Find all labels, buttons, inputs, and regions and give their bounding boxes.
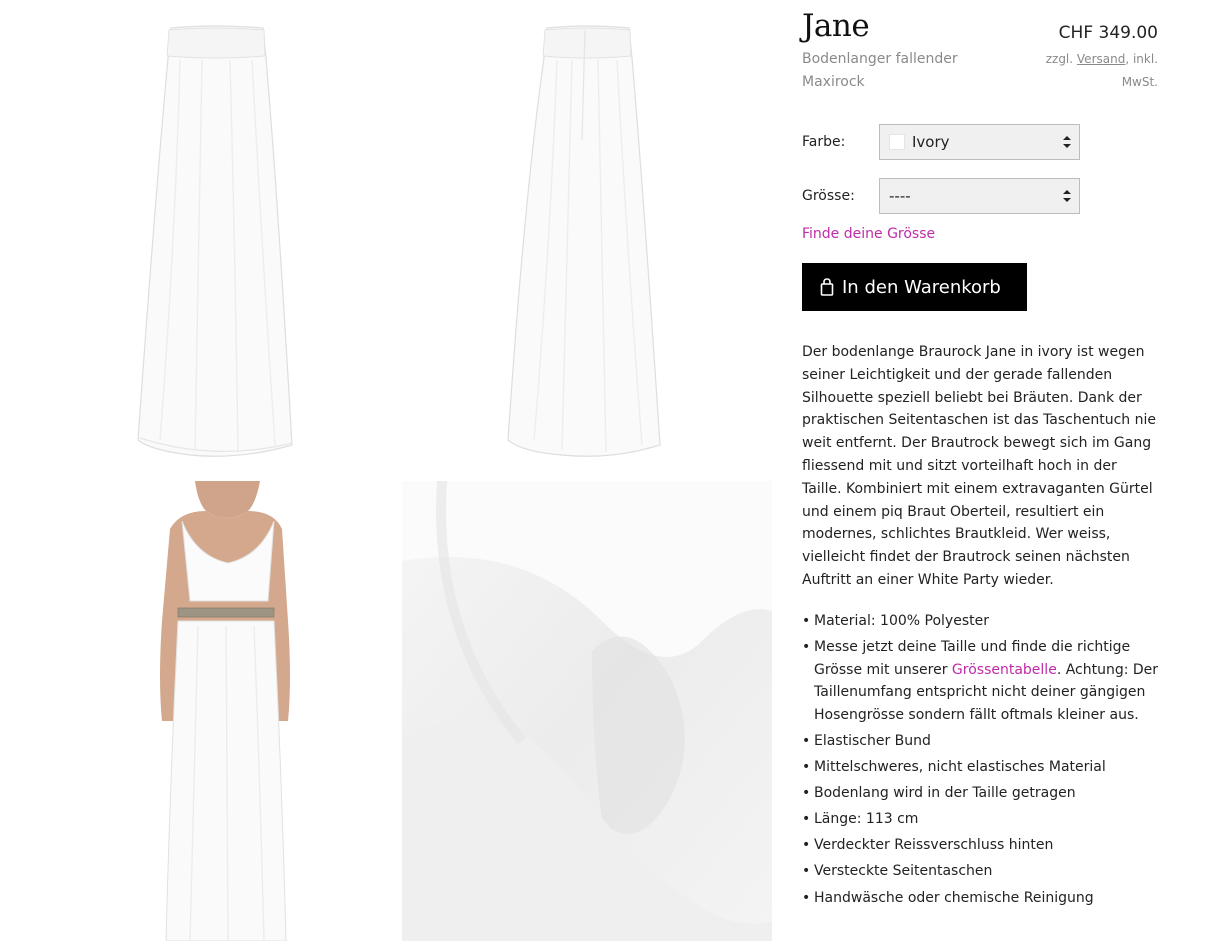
product-description: Der bodenlange Braurock Jane in ivory is…	[802, 344, 1156, 588]
fabric-closeup-image[interactable]	[402, 481, 772, 941]
feature-material: Material: 100% Polyester	[814, 613, 989, 629]
feature-item: • Handwäsche oder chemische Reinigung	[802, 887, 1162, 910]
color-select[interactable]: Ivory	[879, 124, 1080, 160]
size-label: Grösse:	[802, 188, 855, 204]
bullet: •	[802, 811, 811, 828]
feature-item: • Material: 100% Polyester	[802, 610, 1162, 633]
bullet: •	[802, 613, 811, 629]
skirt-back-image[interactable]	[402, 0, 772, 470]
bullet: •	[802, 785, 811, 802]
skirt-back-graphic	[507, 25, 661, 457]
feature-text: Bodenlang wird in der Taille getragen	[814, 785, 1076, 802]
select-arrows-icon	[1063, 136, 1071, 148]
feature-text: Handwäsche oder chemische Reinigung	[814, 889, 1094, 906]
bullet: •	[802, 837, 811, 854]
feature-item: • Verdeckter Reissverschluss hinten	[802, 834, 1162, 857]
bullet: •	[802, 863, 811, 880]
product-price: CHF 349.00	[1058, 23, 1158, 43]
size-chart-link[interactable]: Grössentabelle	[952, 662, 1057, 678]
product-title: Jane	[802, 8, 870, 44]
shipping-link[interactable]: Versand	[1077, 52, 1125, 66]
model-graphic	[160, 481, 290, 941]
feature-text: Mittelschweres, nicht elastisches Materi…	[814, 759, 1106, 776]
add-to-cart-button[interactable]: In den Warenkorb	[802, 263, 1027, 311]
bullet: •	[802, 759, 811, 776]
shopping-bag-icon	[820, 278, 834, 296]
skirt-front-graphic	[137, 25, 293, 457]
color-swatch	[889, 134, 905, 150]
skirt-front-image[interactable]	[30, 0, 400, 470]
tax-note: zzgl. Versand, inkl. MwSt.	[1028, 48, 1158, 94]
select-arrows-icon	[1063, 190, 1071, 202]
find-size-link[interactable]: Finde deine Grösse	[802, 226, 935, 242]
feature-item: • Messe jetzt deine Taille und finde die …	[802, 636, 1162, 726]
feature-item: • Elastischer Bund	[802, 730, 1162, 753]
model-wearing-skirt-image[interactable]	[30, 481, 400, 941]
bullet: •	[802, 732, 811, 749]
add-to-cart-label: In den Warenkorb	[842, 276, 1001, 298]
feature-item: • Länge: 113 cm	[802, 808, 1162, 831]
feature-text: Elastischer Bund	[814, 732, 931, 749]
size-select[interactable]: ----	[879, 178, 1080, 214]
feature-text: Verdeckter Reissverschluss hinten	[814, 837, 1054, 854]
feature-item: • Bodenlang wird in der Taille getragen	[802, 782, 1162, 805]
product-gallery	[0, 0, 790, 941]
color-select-value: Ivory	[912, 133, 950, 151]
color-label: Farbe:	[802, 134, 846, 150]
feature-text: Länge: 113 cm	[814, 811, 919, 828]
fabric-graphic	[402, 481, 772, 941]
tax-suffix: , inkl. MwSt.	[1121, 52, 1158, 89]
product-subtitle: Bodenlanger fallender Maxirock	[802, 51, 958, 90]
bullet: •	[802, 639, 811, 656]
feature-item: • Mittelschweres, nicht elastisches Mater…	[802, 756, 1162, 779]
tax-prefix: zzgl.	[1045, 52, 1077, 66]
feature-item: • Versteckte Seitentaschen	[802, 860, 1162, 883]
feature-list: • Material: 100% Polyester • Messe jetzt d…	[802, 610, 1162, 913]
feature-text: Versteckte Seitentaschen	[814, 863, 993, 880]
size-select-value: ----	[889, 187, 911, 205]
bullet: •	[802, 889, 811, 906]
